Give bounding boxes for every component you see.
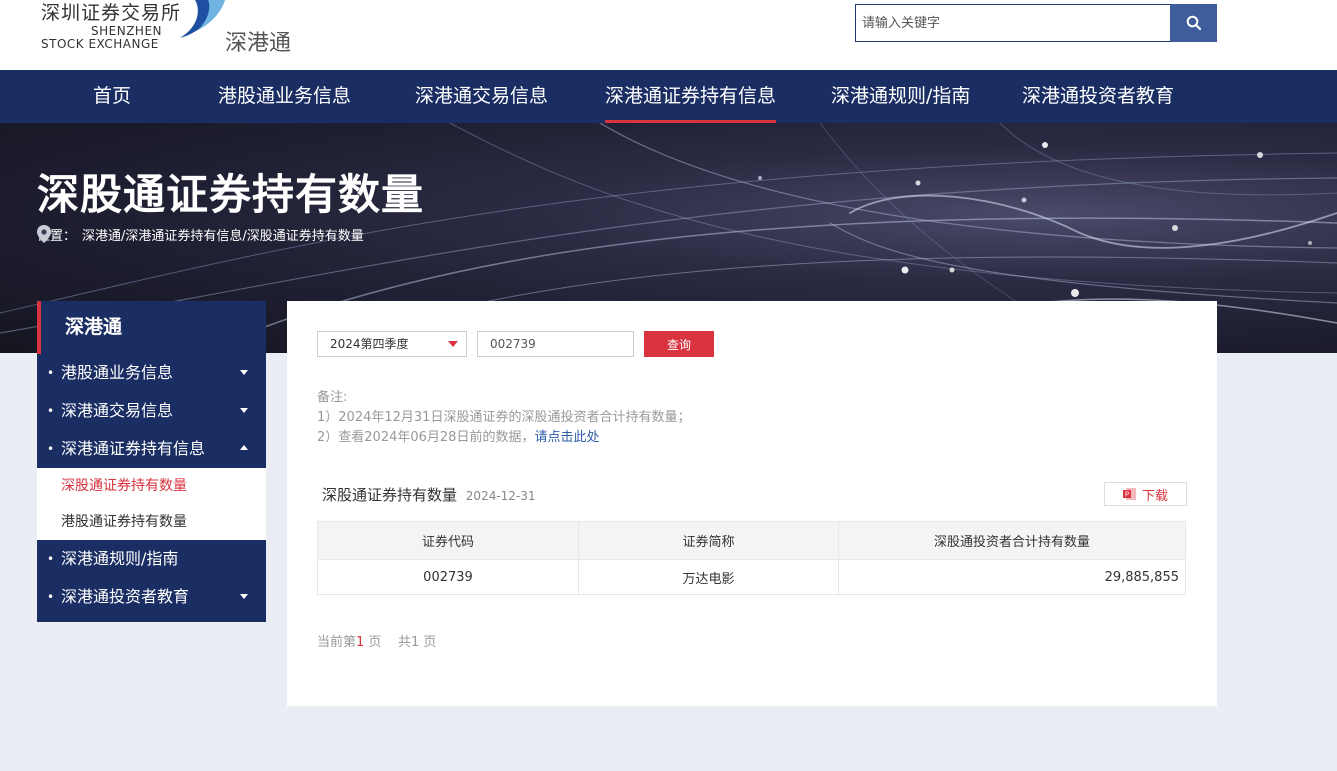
search-input[interactable]	[855, 4, 1171, 42]
sidebar-item-label: 港股通业务信息	[61, 363, 174, 382]
cell-holdings-quantity: 29,885,855	[838, 559, 1186, 595]
bullet-icon: •	[47, 590, 55, 604]
sidebar-item-label: 深港通证券持有信息	[61, 439, 206, 458]
pager-prefix: 当前第	[317, 635, 357, 650]
sidebar-item-label: 深港通交易信息	[61, 401, 174, 420]
exchange-logo-en-line2: STOCK EXCHANGE	[41, 37, 159, 51]
sidebar: 深港通 • 港股通业务信息 • 深港通交易信息 • 深港通证券持有信息 深股通证…	[37, 301, 266, 622]
sidebar-subitem-sz-connect-holdings[interactable]: 深股通证券持有数量	[37, 468, 266, 504]
download-button[interactable]: P 下载	[1104, 482, 1187, 506]
exchange-logo-en-line1: SHENZHEN	[91, 24, 163, 38]
sidebar-item-hk-connect-business[interactable]: • 港股通业务信息	[37, 354, 266, 392]
exchange-logo-mark-icon	[180, 0, 226, 38]
sidebar-item-investor-education[interactable]: • 深港通投资者教育	[37, 578, 266, 616]
search-icon	[1186, 15, 1201, 31]
holdings-table: 证券代码 证券简称 深股通投资者合计持有数量 002739 万达电影 29,88…	[317, 521, 1186, 595]
svg-text:P: P	[1125, 491, 1129, 499]
breadcrumb: 位置： 深港通/深港通证券持有信息/深股通证券持有数量	[37, 225, 364, 244]
cell-security-name: 万达电影	[578, 559, 839, 595]
sidebar-title: 深港通	[37, 301, 266, 354]
chevron-up-icon	[240, 445, 248, 450]
notes-line-2: 2）查看2024年06月28日前的数据，请点击此处	[317, 428, 690, 448]
table-date: 2024-12-31	[465, 489, 536, 503]
bullet-icon: •	[47, 366, 55, 380]
main-panel: 2024第四季度 查询 备注: 1）2024年12月31日深股通证券的深股通投资…	[287, 301, 1217, 706]
table-header-row: 证券代码 证券简称 深股通投资者合计持有数量	[317, 521, 1186, 560]
search-button[interactable]	[1170, 4, 1217, 42]
query-button[interactable]: 查询	[644, 331, 714, 357]
bullet-icon: •	[47, 442, 55, 456]
nav-item-investor-education[interactable]: 深港通投资者教育	[1022, 70, 1174, 123]
exchange-logo-cn[interactable]: 深圳证券交易所	[41, 0, 181, 25]
sidebar-subitem-hk-connect-holdings[interactable]: 港股通证券持有数量	[37, 504, 266, 540]
sidebar-item-rules-guides[interactable]: • 深港通规则/指南	[37, 540, 266, 578]
breadcrumb-path[interactable]: 深港通/深港通证券持有信息/深股通证券持有数量	[82, 225, 364, 244]
history-data-link[interactable]: 请点击此处	[534, 430, 599, 445]
site-header: 深圳证券交易所 SHENZHEN STOCK EXCHANGE 深港通	[0, 0, 1337, 70]
column-header-name: 证券简称	[578, 521, 839, 560]
table-row: 002739 万达电影 29,885,855	[317, 559, 1186, 595]
sidebar-menu: • 港股通业务信息 • 深港通交易信息 • 深港通证券持有信息	[37, 354, 266, 468]
page-title: 深股通证券持有数量	[37, 170, 425, 219]
sidebar-menu-lower: • 深港通规则/指南 • 深港通投资者教育	[37, 540, 266, 622]
notes-line-2-prefix: 2）查看2024年06月28日前的数据，	[317, 430, 535, 445]
chevron-down-icon	[240, 594, 248, 599]
cell-security-code: 002739	[317, 559, 579, 595]
nav-item-trading-info[interactable]: 深港通交易信息	[415, 70, 548, 123]
pager-total-prefix: 共	[397, 635, 411, 650]
location-pin-icon	[37, 225, 51, 243]
nav-item-hk-connect-business[interactable]: 港股通业务信息	[218, 70, 351, 123]
sidebar-submenu: 深股通证券持有数量 港股通证券持有数量	[37, 468, 266, 540]
main-nav: 首页 港股通业务信息 深港通交易信息 深港通证券持有信息 深港通规则/指南 深港…	[0, 70, 1337, 123]
notes: 备注: 1）2024年12月31日深股通证券的深股通投资者合计持有数量； 2）查…	[317, 388, 690, 448]
chevron-down-icon	[240, 370, 248, 375]
sidebar-item-label: 深港通规则/指南	[61, 549, 179, 568]
dropdown-arrow-icon	[448, 341, 458, 347]
download-label: 下载	[1141, 488, 1168, 504]
pagination-info: 当前第1 页 共1 页	[317, 631, 436, 650]
table-title-text: 深股通证券持有数量	[322, 486, 458, 504]
bullet-icon: •	[47, 552, 55, 566]
chevron-down-icon	[240, 408, 248, 413]
nav-item-holdings-info[interactable]: 深港通证券持有信息	[605, 70, 777, 123]
security-code-input[interactable]	[477, 331, 634, 357]
column-header-holdings: 深股通投资者合计持有数量	[838, 521, 1186, 560]
table-title: 深股通证券持有数量 2024-12-31	[322, 484, 536, 505]
notes-title: 备注:	[317, 390, 348, 405]
sidebar-item-holdings-info[interactable]: • 深港通证券持有信息	[37, 430, 266, 468]
notes-line-1: 1）2024年12月31日深股通证券的深股通投资者合计持有数量；	[317, 410, 691, 425]
column-header-code: 证券代码	[317, 521, 579, 560]
sidebar-item-label: 深港通投资者教育	[61, 587, 190, 606]
file-download-icon: P	[1122, 488, 1136, 500]
pager-total-suffix: 页	[419, 635, 437, 650]
nav-item-rules-guides[interactable]: 深港通规则/指南	[831, 70, 970, 123]
site-name: 深港通	[225, 31, 292, 56]
pager-suffix: 页	[364, 635, 382, 650]
sidebar-item-trading-info[interactable]: • 深港通交易信息	[37, 392, 266, 430]
period-select[interactable]: 2024第四季度	[317, 331, 467, 357]
nav-item-home[interactable]: 首页	[93, 70, 131, 123]
period-select-value: 2024第四季度	[330, 337, 409, 351]
bullet-icon: •	[47, 404, 55, 418]
